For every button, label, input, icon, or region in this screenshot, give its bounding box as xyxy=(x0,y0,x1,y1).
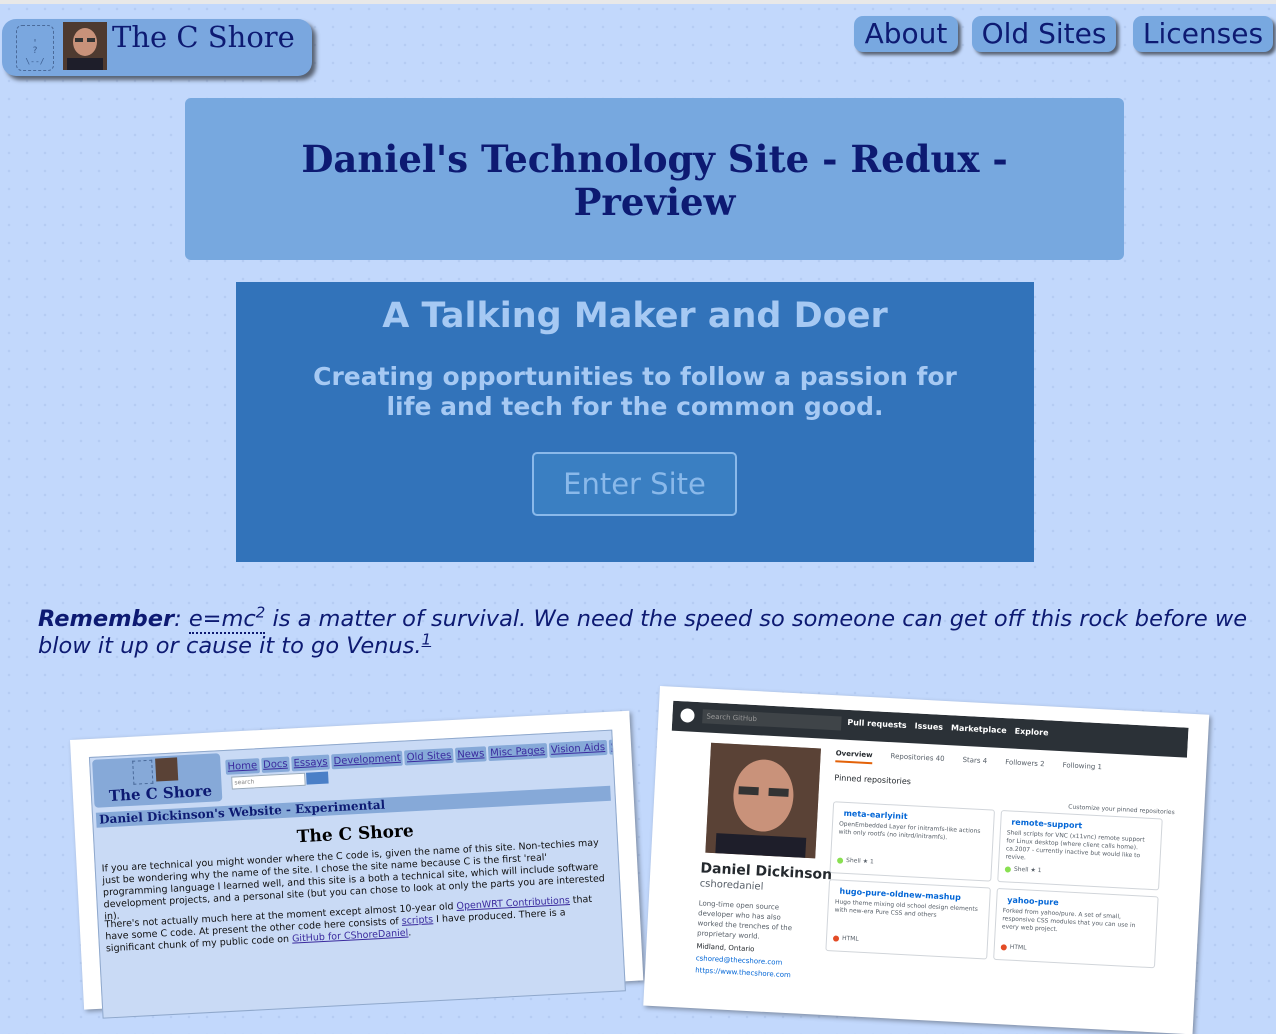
old-nav-item: Home xyxy=(225,758,260,775)
remember-quote: Remember: e=mc2 is a matter of survival.… xyxy=(38,603,1248,659)
page-title-line2: Preview xyxy=(573,180,736,224)
github-tab: Repositories 40 xyxy=(890,752,945,763)
page-title-line1: Daniel's Technology Site - Redux - xyxy=(301,137,1008,181)
hero-subtitle-line2: life and tech for the common good. xyxy=(386,392,884,421)
old-site-logo-title: The C Shore xyxy=(108,781,213,806)
github-avatar xyxy=(705,742,821,859)
language-dot-icon xyxy=(1004,865,1012,873)
repo-lang-text: HTML xyxy=(1009,943,1027,952)
hero-subtitle: Creating opportunities to follow a passi… xyxy=(286,362,984,422)
github-header-links: Pull requests Issues Marketplace Explore xyxy=(847,718,1057,738)
svg-text:\--/: \--/ xyxy=(25,57,44,66)
github-tab: Following 1 xyxy=(1062,761,1103,772)
repo-lang-text: Shell xyxy=(1013,865,1029,874)
author-avatar xyxy=(63,22,107,70)
repo-lang-text: HTML xyxy=(841,934,859,943)
repo-desc: OpenEmbedded Layer for initramfs-like ac… xyxy=(838,820,981,842)
ascii-face-icon: ' ? \--/ xyxy=(16,25,54,71)
old-nav-item: Docs xyxy=(260,756,291,774)
hero-subtitle-line1: Creating opportunities to follow a passi… xyxy=(313,362,957,391)
repo-desc: Hugo theme mixing old school design elem… xyxy=(834,898,979,919)
nav-old-sites-button[interactable]: Old Sites xyxy=(972,16,1116,52)
page-title: Daniel's Technology Site - Redux - Previ… xyxy=(185,138,1124,224)
old-site-text: . xyxy=(407,927,412,939)
github-screenshot[interactable]: Search GitHub Pull requests Issues Marketp… xyxy=(643,686,1210,1034)
github-location: Midland, Ontario xyxy=(696,942,755,954)
old-site-screenshot[interactable]: The C Shore Home Docs Essays Development Old… xyxy=(70,710,644,1019)
svg-text:?: ? xyxy=(32,46,37,56)
repo-lang: HTML xyxy=(1000,943,1027,952)
old-nav-item: Essays xyxy=(291,754,330,772)
old-nav-item: Development xyxy=(331,750,404,770)
github-tab: Followers 2 xyxy=(1004,758,1045,769)
formula-exponent: 2 xyxy=(255,603,266,622)
author-avatar xyxy=(155,757,179,782)
old-site-page: The C Shore Home Docs Essays Development Old… xyxy=(88,729,626,1019)
old-site-nav: Home Docs Essays Development Old Sites News Mi… xyxy=(225,733,626,775)
repo-name: yahoo-pure xyxy=(1007,895,1059,908)
old-nav-item: Vision Aids xyxy=(548,739,608,758)
github-link: Marketplace xyxy=(950,723,1007,736)
logo-title[interactable]: The C Shore xyxy=(112,20,295,54)
site-logo[interactable]: ' ? \--/ The C Shore xyxy=(2,19,312,76)
repo-stars: 1 xyxy=(869,858,874,866)
ascii-face-icon xyxy=(132,759,154,785)
old-nav-item: Site Ma xyxy=(608,737,626,755)
github-link: Pull requests xyxy=(847,717,907,730)
github-login: cshoredaniel xyxy=(699,878,764,893)
github-url: https://www.thecshore.com xyxy=(694,966,792,980)
old-site-link: scripts xyxy=(401,914,434,927)
github-tab: Overview xyxy=(835,749,873,765)
github-link: Explore xyxy=(1014,726,1049,738)
hero-heading: A Talking Maker and Doer xyxy=(382,296,888,336)
repo-name: meta-earlyinit xyxy=(843,808,908,822)
old-site-logo: The C Shore xyxy=(92,753,223,808)
github-page: Search GitHub Pull requests Issues Marketp… xyxy=(657,700,1189,1028)
enter-site-button[interactable]: Enter Site xyxy=(532,452,737,516)
hero-panel: A Talking Maker and Doer Creating opport… xyxy=(236,282,1034,562)
old-nav-item: News xyxy=(454,746,487,763)
github-link: Issues xyxy=(914,721,944,732)
old-nav-item: Misc Pages xyxy=(487,743,548,762)
repo-desc: Shell scripts for VNC (x11vnc) remote su… xyxy=(1005,829,1145,862)
formula-abbr[interactable]: e=mc2 xyxy=(188,603,266,634)
browser-edge xyxy=(0,0,1276,4)
repo-lang: HTML xyxy=(832,934,859,943)
old-site-search-button xyxy=(306,771,329,785)
nav-licenses-button[interactable]: Licenses xyxy=(1133,16,1273,52)
repo-card: remote-support Shell scripts for VNC (x1… xyxy=(997,810,1163,891)
github-logo-icon xyxy=(680,708,695,723)
title-banner: Daniel's Technology Site - Redux - Previ… xyxy=(185,98,1124,260)
language-dot-icon xyxy=(1000,943,1007,951)
repo-lang: Shell ★ 1 xyxy=(1004,865,1042,875)
footnote-link[interactable]: 1 xyxy=(422,631,432,649)
old-site-search: search xyxy=(231,772,306,790)
formula-text: e=mc xyxy=(188,606,256,632)
repo-card: meta-earlyinit OpenEmbedded Layer for in… xyxy=(829,801,995,882)
repo-card: yahoo-pure Forked from yahoo/pure. A set… xyxy=(993,887,1159,969)
github-tabs: Overview Repositories 40 Stars 4 Followers … xyxy=(835,749,1121,772)
repo-lang-text: Shell xyxy=(845,856,861,865)
github-search: Search GitHub xyxy=(702,709,842,731)
repo-stars: 1 xyxy=(1037,867,1042,875)
nav-about-button[interactable]: About xyxy=(854,16,958,52)
language-dot-icon xyxy=(832,934,840,942)
remember-label: Remember xyxy=(38,606,175,632)
old-nav-item: Old Sites xyxy=(404,747,454,766)
repo-name: remote-support xyxy=(1011,817,1083,831)
github-pinned-label: Pinned repositories xyxy=(834,773,912,787)
github-email: cshored@thecshore.com xyxy=(695,954,783,967)
repo-card: hugo-pure-oldnew-mashup Hugo theme mixin… xyxy=(825,879,991,960)
language-dot-icon xyxy=(836,857,844,864)
github-tab: Stars 4 xyxy=(962,755,988,766)
repo-lang: Shell ★ 1 xyxy=(836,856,874,866)
github-bio: Long-time open source developer who has … xyxy=(696,899,793,941)
repo-desc: Forked from yahoo/pure. A set of small, … xyxy=(1001,907,1136,934)
